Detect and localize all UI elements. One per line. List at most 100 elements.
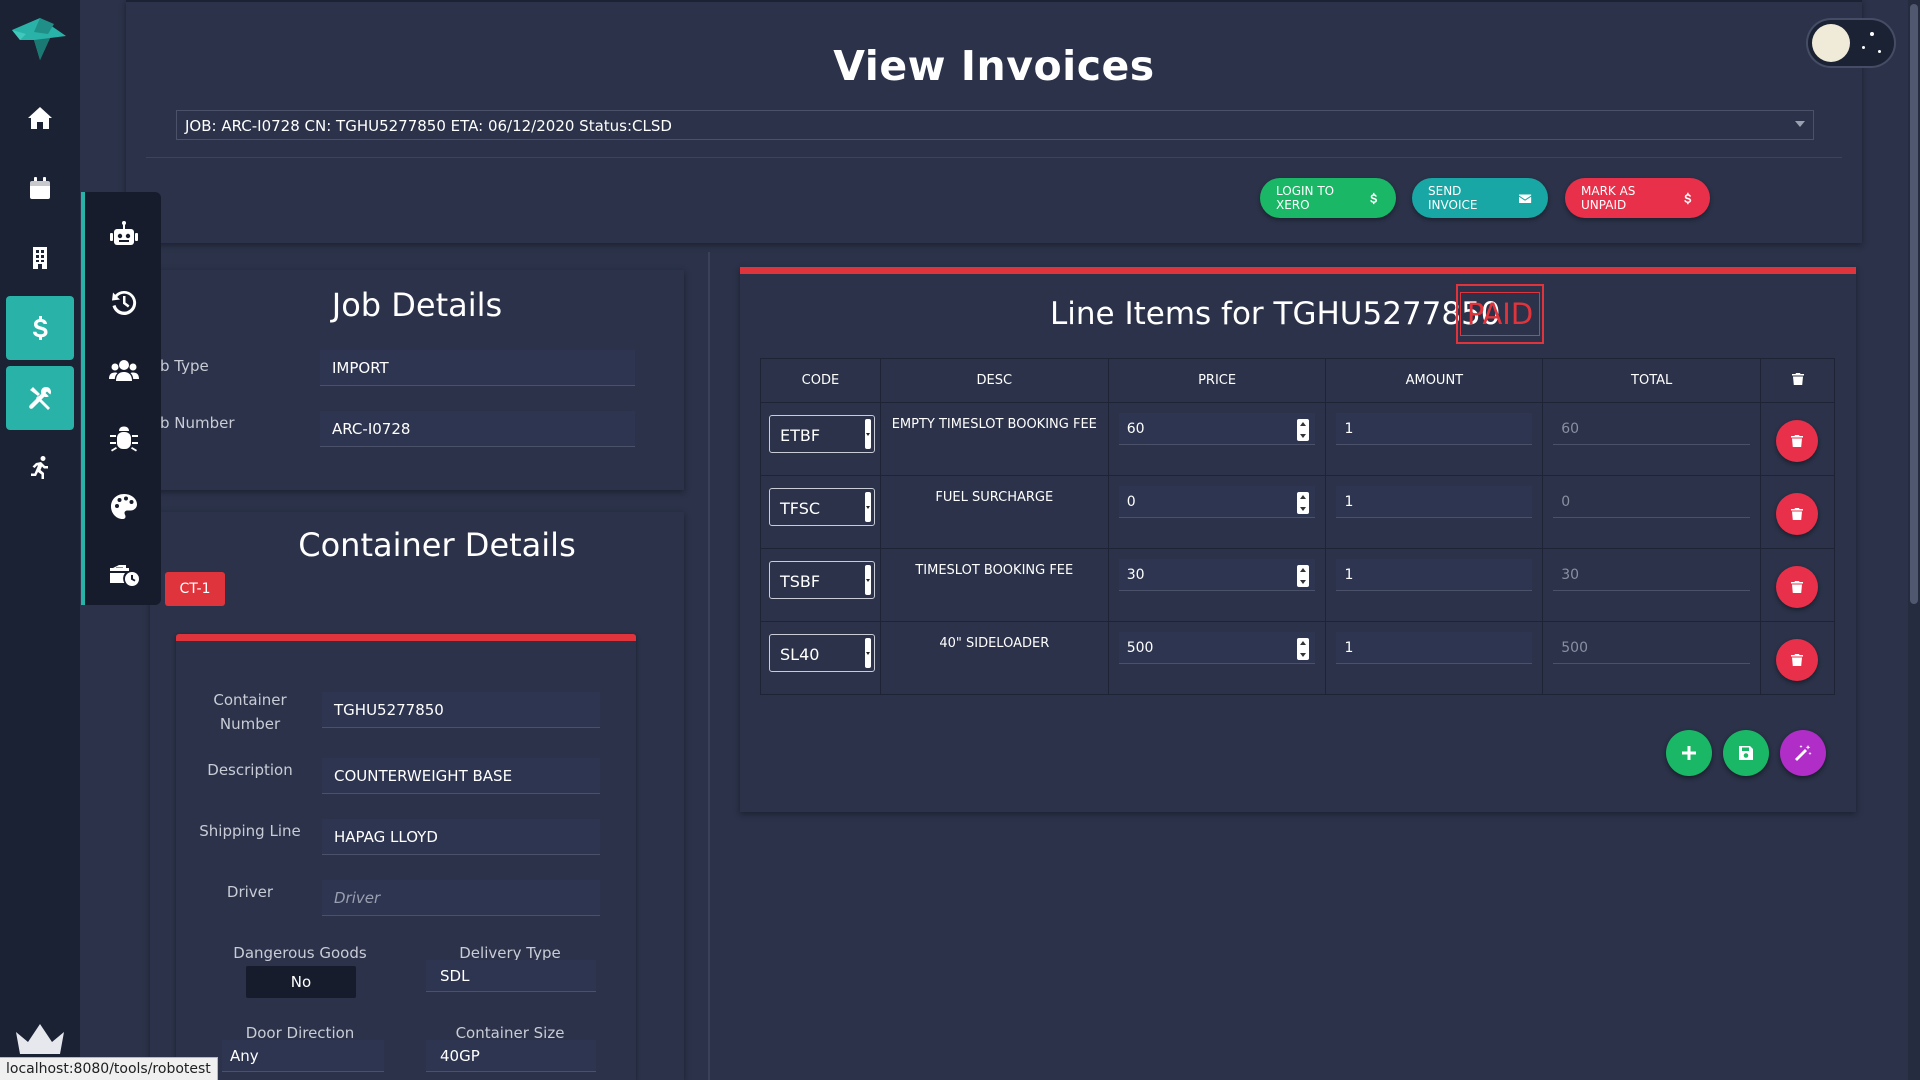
mark-as-unpaid-label: MARK AS UNPAID (1581, 184, 1636, 212)
envelope-icon (1518, 193, 1531, 203)
dollar-icon (1370, 192, 1377, 204)
nav-invoices[interactable] (6, 296, 74, 360)
flyout-users[interactable] (103, 350, 145, 392)
spinner-icon[interactable] (1297, 565, 1310, 587)
trash-icon (1791, 435, 1804, 447)
building-icon (33, 247, 47, 269)
flyout-business-time[interactable] (103, 554, 145, 596)
logo-bird-icon[interactable] (10, 10, 70, 70)
table-row: ETBF EMPTY TIMESLOT BOOKING FEE 60 1 60 (760, 402, 1835, 476)
trash-icon (1791, 581, 1804, 593)
code-select-value: SL40 (780, 645, 820, 664)
column-header-amount: AMOUNT (1325, 358, 1544, 403)
column-divider (708, 252, 710, 1080)
nav-activity[interactable] (6, 436, 74, 500)
nav-calendar[interactable] (6, 156, 74, 220)
history-icon (112, 290, 137, 315)
page-title: View Invoices (833, 42, 1155, 90)
delete-row-button[interactable] (1776, 566, 1819, 608)
delete-row-button[interactable] (1776, 639, 1819, 681)
moon-icon (1812, 24, 1850, 62)
price-value: 500 (1126, 640, 1154, 656)
theme-toggle-switch[interactable] (1808, 20, 1894, 66)
code-select[interactable]: TFSC (769, 488, 875, 526)
job-number-field[interactable]: ARC-I0728 (320, 411, 635, 447)
total-field: 0 (1553, 486, 1751, 518)
auto-fill-button[interactable] (1780, 730, 1826, 776)
save-line-items-button[interactable] (1723, 730, 1769, 776)
spinner-icon[interactable] (1297, 638, 1310, 660)
chevron-down-icon (865, 565, 871, 595)
job-select-dropdown[interactable]: JOB: ARC-I0728 CN: TGHU5277850 ETA: 06/1… (176, 110, 1814, 140)
header-divider (146, 157, 1842, 158)
job-number-label: b Number (160, 414, 235, 432)
send-invoice-button[interactable]: SEND INVOICE (1412, 178, 1548, 218)
desc-cell: TIMESLOT BOOKING FEE (915, 563, 1074, 578)
flyout-bug[interactable] (103, 418, 145, 460)
flyout-history[interactable] (103, 282, 145, 324)
login-to-xero-button[interactable]: LOGIN TO XERO (1260, 178, 1396, 218)
star-icon (1878, 50, 1881, 53)
container-details-title: Container Details (298, 526, 576, 564)
flyout-palette[interactable] (103, 486, 145, 528)
amount-input[interactable]: 1 (1336, 486, 1533, 518)
total-field: 30 (1553, 559, 1751, 591)
line-items-title: Line Items for TGHU5277850 (1050, 296, 1501, 332)
users-icon (109, 360, 139, 381)
flyout-robot[interactable] (103, 214, 145, 256)
add-line-item-button[interactable] (1666, 730, 1712, 776)
scrollbar-thumb[interactable] (1910, 4, 1918, 604)
description-label: Description (207, 761, 293, 779)
container-tab-ct1[interactable]: CT-1 (165, 572, 225, 606)
container-number-label: Container Number (213, 691, 287, 733)
spinner-icon[interactable] (1297, 492, 1310, 514)
line-items-table: CODE DESC PRICE AMOUNT TOTAL ETBF EMPTY … (760, 358, 1835, 695)
desc-cell: 40" SIDELOADER (939, 636, 1050, 651)
delete-row-button[interactable] (1776, 420, 1819, 462)
amount-input[interactable]: 1 (1336, 559, 1533, 591)
door-direction-field[interactable]: Any (222, 1040, 384, 1072)
amount-input[interactable]: 1 (1336, 413, 1533, 445)
nav-home[interactable] (6, 86, 74, 150)
price-input[interactable]: 0 (1118, 486, 1316, 518)
job-type-field[interactable]: IMPORT (320, 350, 635, 386)
page-scrollbar[interactable] (1908, 0, 1920, 1080)
mark-as-unpaid-button[interactable]: MARK AS UNPAID (1565, 178, 1710, 218)
home-icon (28, 107, 52, 129)
column-header-desc: DESC (879, 358, 1109, 403)
price-value: 60 (1126, 421, 1145, 437)
price-input[interactable]: 60 (1118, 413, 1316, 445)
amount-input[interactable]: 1 (1336, 632, 1533, 664)
magic-wand-icon (1795, 745, 1812, 761)
column-header-delete[interactable] (1760, 358, 1835, 403)
code-select[interactable]: SL40 (769, 634, 875, 672)
dollar-icon (1684, 192, 1691, 204)
chevron-down-icon (865, 492, 871, 522)
job-type-label: b Type (160, 357, 209, 375)
delivery-type-field[interactable]: SDL (426, 960, 596, 992)
code-select-value: TSBF (780, 572, 821, 591)
code-select[interactable]: TSBF (769, 561, 875, 599)
job-details-title: Job Details (331, 286, 503, 324)
dangerous-goods-toggle[interactable]: No (246, 966, 356, 998)
container-number-field[interactable]: TGHU5277850 (322, 692, 600, 728)
driver-field[interactable]: Driver (322, 880, 600, 916)
dangerous-goods-label: Dangerous Goods (233, 944, 367, 962)
spinner-icon[interactable] (1297, 419, 1310, 441)
desc-cell: FUEL SURCHARGE (935, 490, 1054, 505)
price-input[interactable]: 30 (1118, 559, 1316, 591)
star-icon (1862, 46, 1865, 49)
table-row: TFSC FUEL SURCHARGE 0 1 0 (760, 475, 1835, 549)
code-select-value: ETBF (780, 426, 821, 445)
container-size-field[interactable]: 40GP (426, 1040, 596, 1072)
price-input[interactable]: 500 (1118, 632, 1316, 664)
delete-row-button[interactable] (1776, 493, 1819, 535)
code-select[interactable]: ETBF (769, 415, 875, 453)
save-icon (1739, 746, 1753, 760)
nav-tools[interactable] (6, 366, 74, 430)
table-row: SL40 40" SIDELOADER 500 1 500 (760, 621, 1835, 695)
plus-icon (1682, 746, 1696, 760)
description-field[interactable]: COUNTERWEIGHT BASE (322, 758, 600, 794)
shipping-line-field[interactable]: HAPAG LLOYD (322, 819, 600, 855)
nav-buildings[interactable] (6, 226, 74, 290)
